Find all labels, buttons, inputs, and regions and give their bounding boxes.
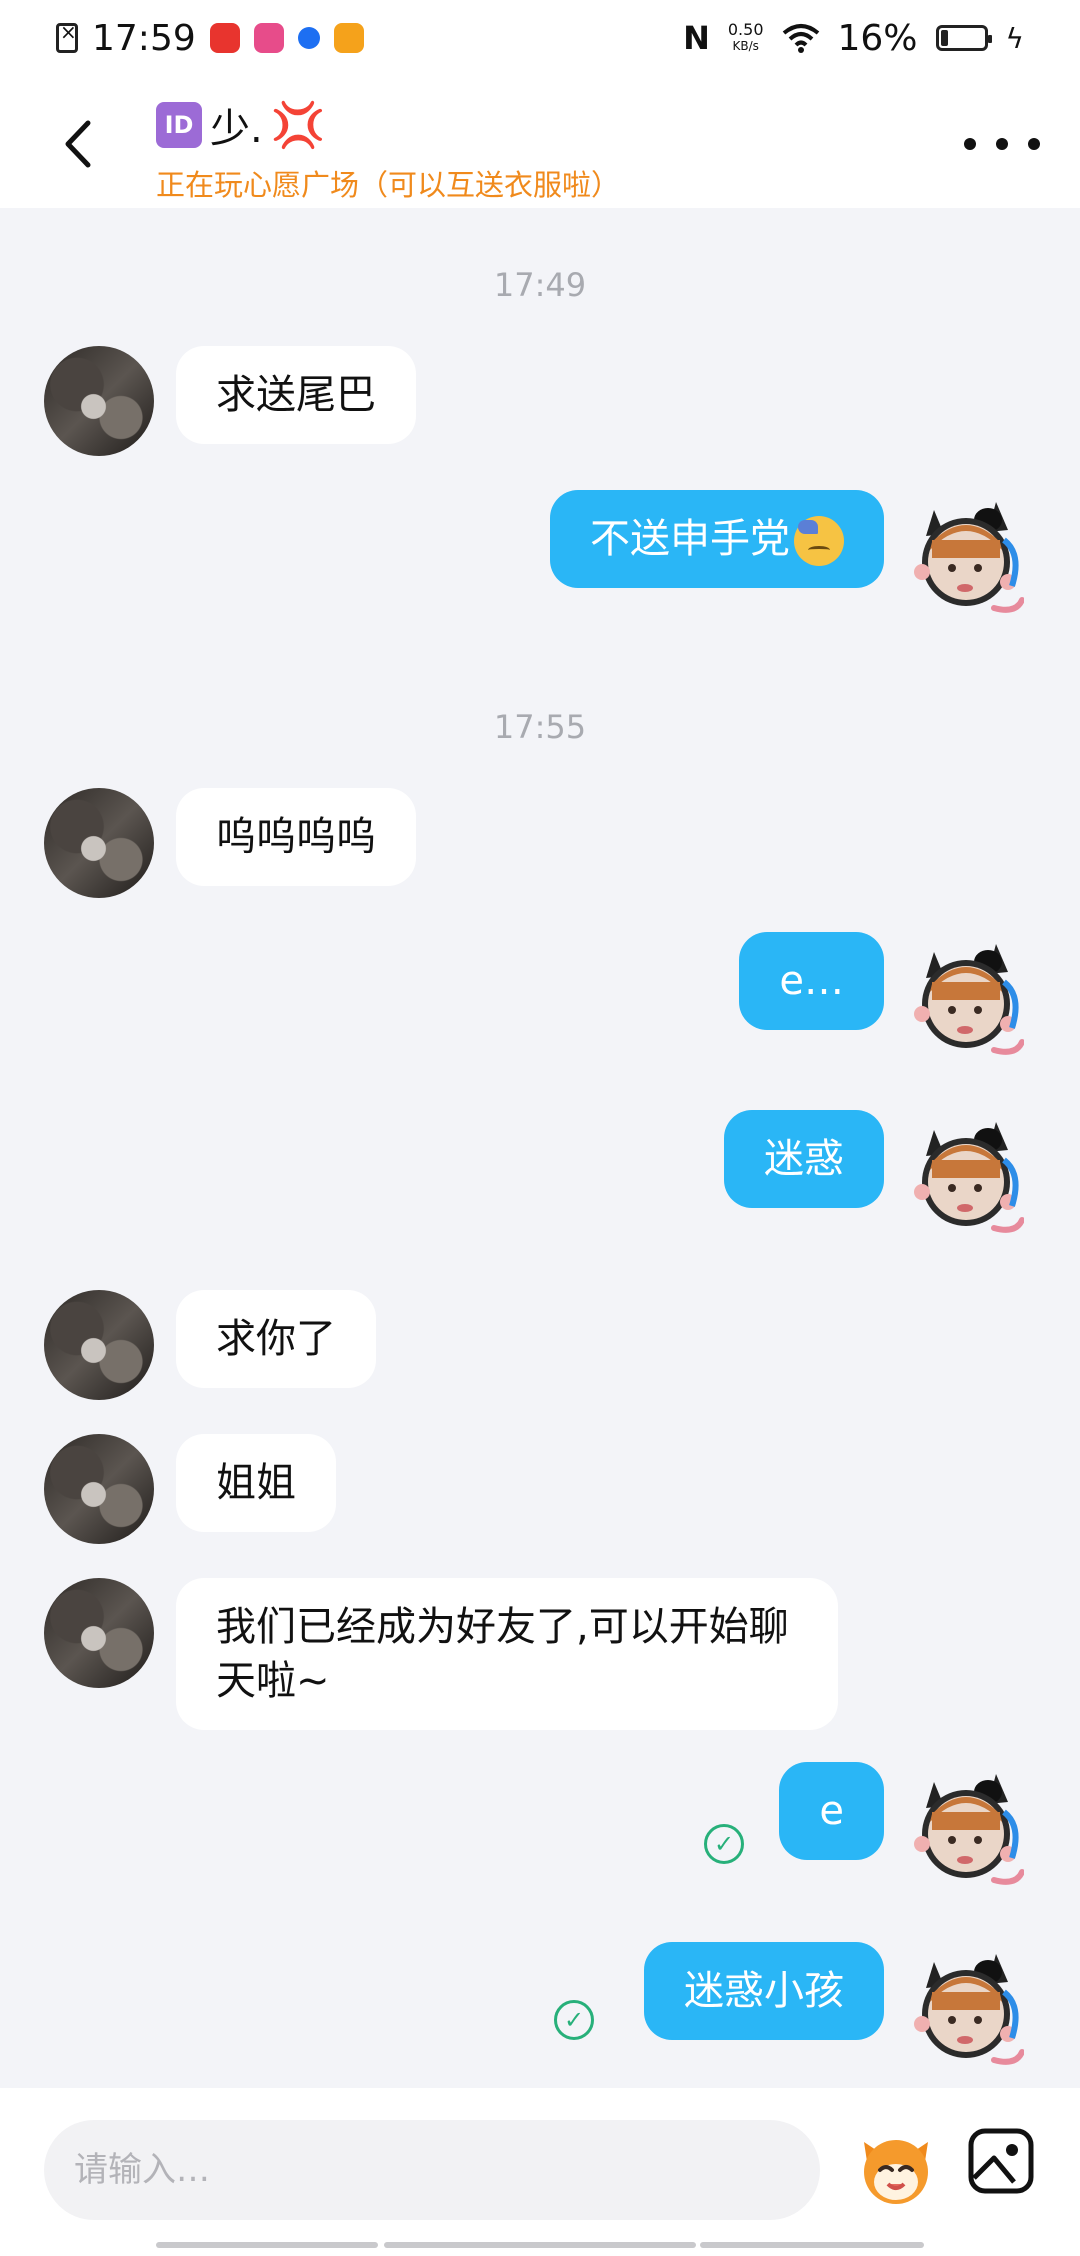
net-speed-unit: KB/s	[732, 39, 759, 53]
message-bubble-outgoing[interactable]: 不送申手党	[550, 490, 884, 588]
cat-ear-avatar-icon	[914, 1954, 1025, 2065]
cat-ear-avatar-icon	[914, 502, 1025, 613]
chat-title[interactable]: ID 少. 💢 正在玩心愿广场（可以互送衣服啦）	[156, 96, 620, 204]
battery-percent: 16%	[837, 17, 918, 59]
message-bubble-outgoing[interactable]: 迷惑小孩	[644, 1942, 884, 2040]
sticker-button[interactable]	[854, 2124, 938, 2208]
read-check-icon: ✓	[554, 2000, 594, 2040]
contact-avatar[interactable]	[44, 788, 154, 898]
image-icon	[968, 2128, 1034, 2194]
contact-name: 少.	[210, 106, 263, 152]
gesture-bar	[156, 2242, 378, 2248]
image-button[interactable]	[966, 2126, 1036, 2196]
contact-avatar[interactable]	[44, 1434, 154, 1544]
input-bar	[0, 2088, 1080, 2256]
nfc-icon: N	[683, 19, 710, 57]
id-badge: ID	[156, 102, 202, 148]
message-bubble-outgoing[interactable]: e…	[739, 932, 884, 1030]
user-avatar[interactable]	[904, 932, 1025, 1062]
app-notification-icon	[209, 23, 240, 53]
cat-ear-avatar-icon	[914, 1774, 1025, 1885]
message-text: 不送申手党	[590, 516, 790, 562]
message-bubble-outgoing[interactable]: 迷惑	[724, 1110, 884, 1208]
message-bubble-incoming[interactable]: 姐姐	[176, 1434, 336, 1532]
user-avatar[interactable]	[904, 1110, 1025, 1240]
gesture-bar	[700, 2242, 924, 2248]
app-notification-icon	[297, 27, 320, 49]
cat-ear-avatar-icon	[914, 1122, 1025, 1233]
no-sim-icon	[56, 20, 78, 53]
contact-avatar[interactable]	[44, 346, 154, 456]
contact-name-row: ID 少. 💢	[156, 96, 620, 154]
contact-avatar[interactable]	[44, 1290, 154, 1400]
contact-activity: 正在玩心愿广场（可以互送衣服啦）	[156, 168, 621, 202]
message-timestamp: 17:55	[493, 708, 587, 746]
message-bubble-incoming[interactable]: 求你了	[176, 1290, 376, 1388]
chevron-left-icon	[65, 120, 91, 168]
user-avatar[interactable]	[904, 1762, 1025, 1892]
wifi-icon	[782, 24, 819, 53]
message-bubble-incoming[interactable]: 我们已经成为好友了,可以开始聊天啦~	[176, 1578, 838, 1730]
user-avatar[interactable]	[904, 490, 1025, 620]
message-input[interactable]	[44, 2120, 820, 2220]
more-dot-icon	[964, 138, 976, 150]
app-notification-icon	[333, 23, 364, 53]
message-bubble-incoming[interactable]: 求送尾巴	[176, 346, 416, 444]
contact-avatar[interactable]	[44, 1578, 154, 1688]
more-dot-icon	[1028, 138, 1040, 150]
more-options-button[interactable]	[964, 124, 1040, 164]
more-dot-icon	[996, 138, 1008, 150]
read-check-icon: ✓	[704, 1824, 744, 1864]
battery-icon	[935, 25, 992, 51]
net-speed: 0.50 KB/s	[728, 22, 764, 54]
message-bubble-outgoing[interactable]: e	[779, 1762, 884, 1860]
app-notification-icon	[253, 23, 284, 53]
charging-icon: ϟ	[1005, 21, 1024, 55]
status-bar: 17:59 N 0.50 KB/s 16% ϟ	[0, 0, 1080, 76]
status-right: N 0.50 KB/s 16% ϟ	[683, 18, 1024, 59]
message-timestamp: 17:49	[493, 266, 587, 304]
anger-icon: 💢	[270, 100, 326, 151]
downcast-sweat-icon	[794, 516, 844, 566]
message-bubble-incoming[interactable]: 呜呜呜呜	[176, 788, 416, 886]
status-left: 17:59	[56, 18, 364, 59]
status-time: 17:59	[92, 17, 196, 59]
user-avatar[interactable]	[904, 1942, 1025, 2072]
net-speed-value: 0.50	[727, 20, 764, 39]
fox-sticker-icon	[864, 2140, 928, 2204]
message-list[interactable]: 17:49 求送尾巴 不送申手党 17:55 呜呜呜呜 e… 迷惑 求你了 姐姐…	[0, 208, 1080, 2088]
chat-header: ID 少. 💢 正在玩心愿广场（可以互送衣服啦）	[0, 76, 1080, 208]
battery-fill	[940, 30, 948, 46]
back-button[interactable]	[48, 114, 108, 174]
cat-ear-avatar-icon	[914, 944, 1025, 1055]
gesture-bar	[384, 2242, 696, 2248]
